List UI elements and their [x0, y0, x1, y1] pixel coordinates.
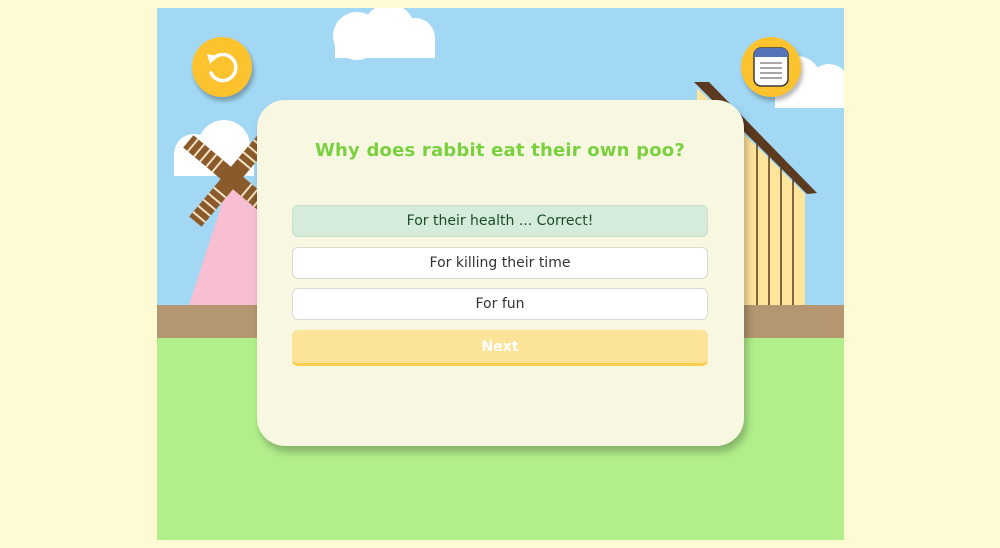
answer-option[interactable]: For killing their time	[292, 247, 708, 279]
notepad-icon	[753, 47, 789, 87]
restart-icon	[207, 52, 238, 83]
quiz-question: Why does rabbit eat their own poo?	[314, 140, 686, 161]
answer-option[interactable]: For fun	[292, 288, 708, 320]
answer-option-correct[interactable]: For their health ... Correct!	[292, 205, 708, 237]
notes-button[interactable]	[741, 37, 801, 97]
restart-button[interactable]	[192, 37, 252, 97]
next-button[interactable]: Next	[292, 330, 708, 366]
